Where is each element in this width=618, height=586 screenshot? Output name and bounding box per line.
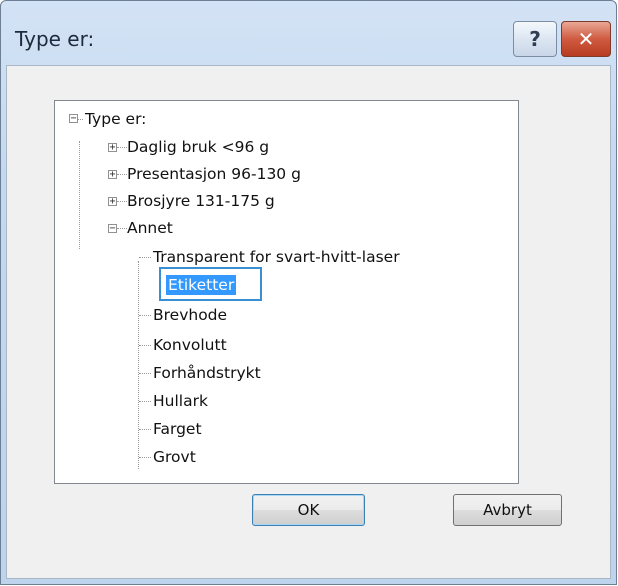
help-button[interactable]: ? [513,21,557,57]
dialog-window: Type er: ? ✕ − Type er: + Daglig bruk <9… [0,0,617,585]
tree-item-brosjyre[interactable]: Brosjyre 131-175 g [127,192,275,210]
tree-item-brevhode[interactable]: Brevhode [153,306,227,324]
tree-line [117,174,127,175]
tree-root[interactable]: Type er: [85,110,146,128]
tree-line [139,257,151,258]
expand-icon[interactable]: + [108,170,117,180]
tree-item-konvolutt[interactable]: Konvolutt [153,336,227,354]
ok-button[interactable]: OK [252,494,365,526]
tree-line [117,228,127,229]
expand-icon[interactable]: + [108,197,117,207]
tree-item-hullark[interactable]: Hullark [153,392,208,410]
tree-item-grovt[interactable]: Grovt [153,448,196,466]
tree-line [139,315,151,316]
paper-type-tree[interactable]: − Type er: + Daglig bruk <96 g + Present… [54,100,519,484]
tree-line [139,373,151,374]
expand-icon[interactable]: + [108,143,117,153]
tree-item-annet[interactable]: Annet [127,219,173,237]
selected-tree-item[interactable]: Etiketter [159,267,262,301]
tree-item-etiketter[interactable]: Etiketter [166,275,237,295]
dialog-title: Type er: [15,27,95,51]
tree-line [117,147,127,148]
cancel-button[interactable]: Avbryt [453,494,562,526]
tree-line [139,457,151,458]
help-icon: ? [529,27,541,51]
close-icon: ✕ [577,27,595,51]
tree-item-presentasjon[interactable]: Presentasjon 96-130 g [127,165,301,183]
dialog-body: − Type er: + Daglig bruk <96 g + Present… [6,65,611,579]
tree-item-transparent[interactable]: Transparent for svart-hvitt-laser [153,248,400,266]
tree-line [138,261,139,469]
tree-line [139,429,151,430]
tree-line [79,141,80,249]
tree-line [139,345,151,346]
close-button[interactable]: ✕ [561,21,611,57]
tree-item-forhandstrykt[interactable]: Forhåndstrykt [153,364,261,382]
tree-line [117,201,127,202]
collapse-icon[interactable]: − [108,224,117,234]
tree-line [139,401,151,402]
tree-item-daglig-bruk[interactable]: Daglig bruk <96 g [127,138,269,156]
tree-item-farget[interactable]: Farget [153,420,202,438]
collapse-icon[interactable]: − [69,114,78,124]
